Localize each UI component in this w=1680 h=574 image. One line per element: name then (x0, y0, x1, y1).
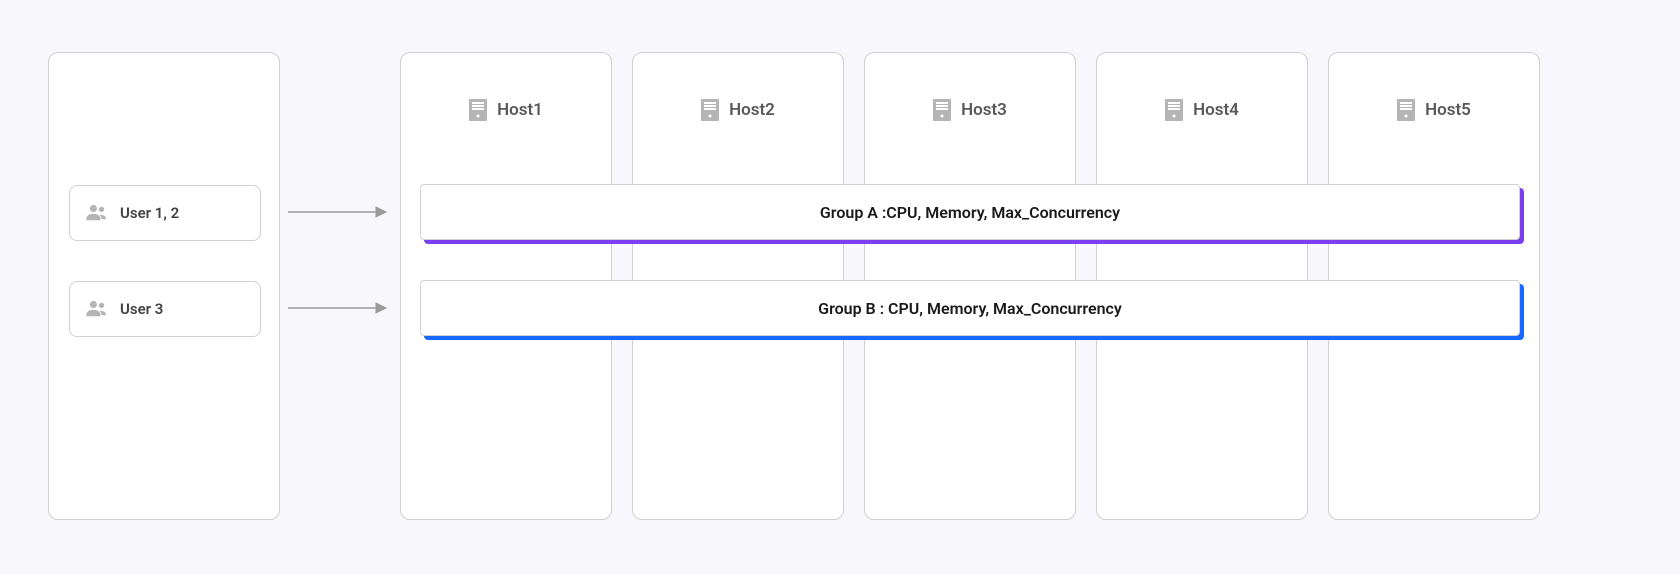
host-label-3: Host3 (961, 100, 1007, 120)
group-a-bar: Group A :CPU, Memory, Max_Concurrency (420, 184, 1520, 240)
host-header: Host4 (1097, 99, 1307, 121)
host-header: Host2 (633, 99, 843, 121)
group-b-bar: Group B : CPU, Memory, Max_Concurrency (420, 280, 1520, 336)
user-label-2: User 3 (120, 300, 163, 318)
server-icon (469, 99, 487, 121)
host-header: Host3 (865, 99, 1075, 121)
users-icon (86, 204, 108, 222)
user-box-2: User 3 (69, 281, 261, 337)
group-a-label: Group A :CPU, Memory, Max_Concurrency (820, 203, 1120, 222)
user-label-1: User 1, 2 (120, 204, 179, 222)
host-header: Host1 (401, 99, 611, 121)
host-label-2: Host2 (729, 100, 775, 120)
host-label-4: Host4 (1193, 100, 1239, 120)
arrow-2 (288, 298, 388, 318)
users-icon (86, 300, 108, 318)
server-icon (933, 99, 951, 121)
host-header: Host5 (1329, 99, 1539, 121)
host-label-1: Host1 (497, 100, 543, 120)
host-label-5: Host5 (1425, 100, 1471, 120)
server-icon (701, 99, 719, 121)
user-box-1: User 1, 2 (69, 185, 261, 241)
group-b-label: Group B : CPU, Memory, Max_Concurrency (818, 299, 1122, 318)
users-panel: User 1, 2 User 3 (48, 52, 280, 520)
server-icon (1397, 99, 1415, 121)
server-icon (1165, 99, 1183, 121)
arrow-1 (288, 202, 388, 222)
